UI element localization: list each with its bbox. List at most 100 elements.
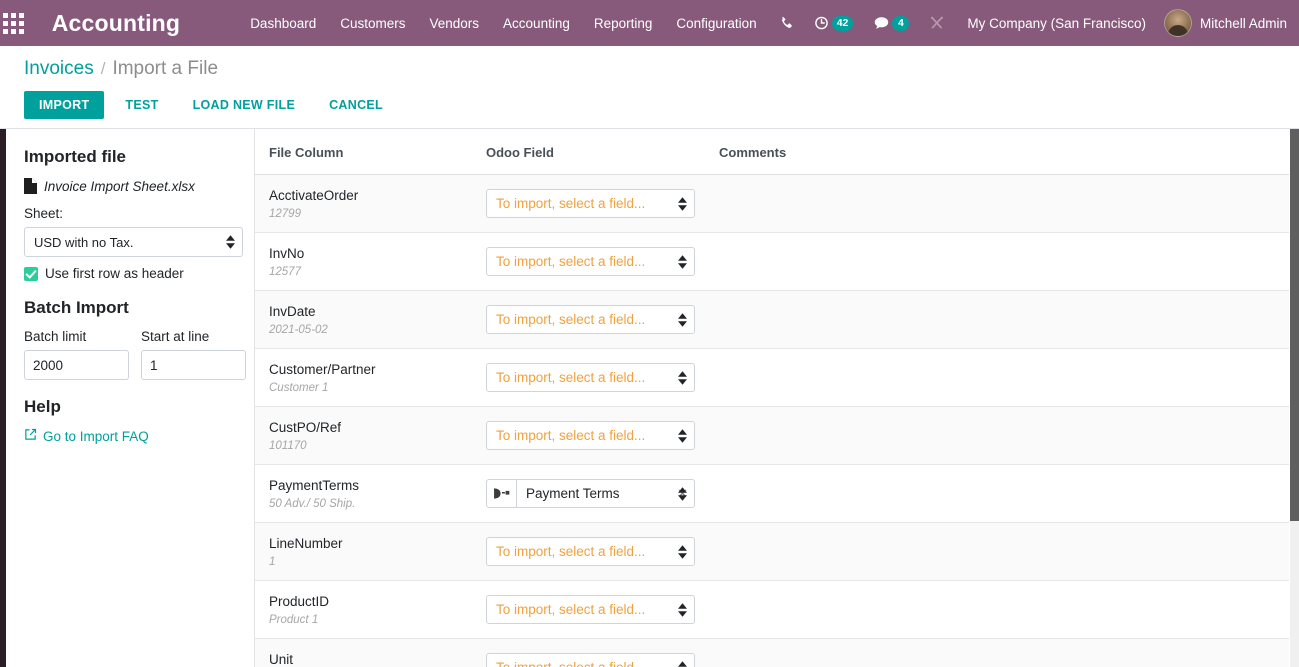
header-comments: Comments bbox=[705, 129, 1289, 175]
menu-item-reporting[interactable]: Reporting bbox=[582, 2, 665, 45]
table-row: InvDate 2021-05-02 To import, select a fie… bbox=[255, 290, 1289, 349]
start-at-line-input[interactable] bbox=[141, 350, 246, 380]
cell-comments bbox=[705, 232, 1289, 291]
file-column-name: InvNo bbox=[269, 246, 305, 261]
activity-clock-icon[interactable]: 42 bbox=[804, 0, 864, 46]
cell-file-column: CustPO/Ref 101170 bbox=[255, 406, 472, 465]
breadcrumb-invoices-link[interactable]: Invoices bbox=[24, 58, 94, 80]
cell-file-column: LineNumber 1 bbox=[255, 522, 472, 581]
odoo-field-select-wrapper: To import, select a field... bbox=[486, 537, 695, 566]
menu-item-customers[interactable]: Customers bbox=[328, 2, 417, 45]
table-row: CustPO/Ref 101170 To import, select a fiel… bbox=[255, 406, 1289, 465]
odoo-field-select-wrapper: To import, select a field... bbox=[486, 189, 695, 218]
odoo-field-select[interactable]: To import, select a field... bbox=[486, 247, 695, 276]
cell-odoo-field: Payment Terms ✕ bbox=[472, 464, 705, 523]
test-button[interactable]: TEST bbox=[112, 92, 171, 118]
odoo-field-select[interactable]: To import, select a field... bbox=[486, 189, 695, 218]
use-first-row-checkbox[interactable] bbox=[24, 266, 38, 281]
scrollbar-thumb[interactable] bbox=[1290, 129, 1299, 521]
page-body: Imported file Invoice Import Sheet.xlsx … bbox=[0, 129, 1299, 667]
file-column-name: ProductID bbox=[269, 594, 330, 609]
file-column-name: CustPO/Ref bbox=[269, 420, 342, 435]
menu-item-accounting[interactable]: Accounting bbox=[491, 2, 582, 45]
breadcrumb-separator: / bbox=[100, 59, 106, 78]
header-odoo-field: Odoo Field bbox=[472, 129, 705, 175]
import-faq-link[interactable]: Go to Import FAQ bbox=[24, 428, 236, 444]
cell-comments bbox=[705, 464, 1289, 523]
import-button[interactable]: IMPORT bbox=[24, 91, 105, 119]
odoo-field-select[interactable]: To import, select a field... bbox=[486, 537, 695, 566]
external-link-icon bbox=[24, 428, 37, 444]
batch-import-heading: Batch Import bbox=[24, 298, 129, 317]
cell-odoo-field: To import, select a field... bbox=[472, 406, 705, 465]
cell-file-column: PaymentTerms 50 Adv./ 50 Ship. bbox=[255, 464, 472, 523]
batch-limit-label: Batch limit bbox=[24, 329, 87, 344]
clear-field-icon[interactable]: ✕ bbox=[677, 486, 694, 502]
table-row: PaymentTerms 50 Adv./ 50 Ship. Payment Ter… bbox=[255, 464, 1289, 523]
relation-field-icon bbox=[487, 480, 517, 507]
file-column-sample-value: 12799 bbox=[269, 208, 301, 220]
tools-icon[interactable] bbox=[919, 0, 955, 46]
odoo-field-select[interactable]: To import, select a field... bbox=[486, 305, 695, 334]
menu-item-vendors[interactable]: Vendors bbox=[418, 2, 492, 45]
odoo-field-select[interactable]: To import, select a field... bbox=[486, 653, 695, 667]
odoo-field-select-wrapper: To import, select a field... bbox=[486, 595, 695, 624]
messages-chat-icon[interactable]: 4 bbox=[863, 0, 919, 46]
cell-file-column: InvDate 2021-05-02 bbox=[255, 290, 472, 349]
odoo-field-select[interactable]: Payment Terms ✕ bbox=[486, 479, 695, 508]
company-selector[interactable]: My Company (San Francisco) bbox=[955, 16, 1158, 31]
header-file-column: File Column bbox=[255, 129, 472, 175]
odoo-field-select[interactable]: To import, select a field... bbox=[486, 363, 695, 392]
file-document-icon bbox=[24, 178, 37, 194]
cell-comments bbox=[705, 406, 1289, 465]
odoo-field-select-wrapper: To import, select a field... bbox=[486, 363, 695, 392]
action-button-row: IMPORT TEST LOAD NEW FILE CANCEL bbox=[0, 91, 1299, 119]
load-new-file-button[interactable]: LOAD NEW FILE bbox=[180, 92, 309, 118]
app-brand-title[interactable]: Accounting bbox=[52, 10, 181, 37]
table-row: ProductID Product 1 To import, select a fi… bbox=[255, 580, 1289, 639]
table-row: AcctivateOrder 12799 To import, select a f… bbox=[255, 174, 1289, 233]
table-row: UnitEa To import, select a field... bbox=[255, 638, 1289, 667]
odoo-field-select-wrapper: To import, select a field... bbox=[486, 305, 695, 334]
user-menu[interactable]: Mitchell Admin bbox=[1158, 9, 1287, 37]
top-navbar: Accounting Dashboard Customers Vendors A… bbox=[0, 0, 1299, 46]
cell-odoo-field: To import, select a field... bbox=[472, 174, 705, 233]
file-column-sample-value: 2021-05-02 bbox=[269, 324, 328, 336]
phone-icon[interactable] bbox=[769, 0, 804, 46]
imported-file-row: Invoice Import Sheet.xlsx bbox=[24, 178, 236, 194]
batch-limit-input[interactable] bbox=[24, 350, 129, 380]
odoo-field-select-wrapper: Payment Terms ✕ bbox=[486, 479, 695, 508]
cancel-button[interactable]: CANCEL bbox=[316, 92, 396, 118]
cell-file-column: InvNo 12577 bbox=[255, 232, 472, 291]
odoo-field-select[interactable]: To import, select a field... bbox=[486, 595, 695, 624]
odoo-field-value: Payment Terms bbox=[526, 486, 620, 501]
file-column-sample-value: 50 Adv./ 50 Ship. bbox=[269, 498, 356, 510]
start-at-line-group: Start at line bbox=[141, 329, 246, 380]
menu-item-dashboard[interactable]: Dashboard bbox=[238, 2, 328, 45]
cell-comments bbox=[705, 522, 1289, 581]
table-head: File Column Odoo Field Comments bbox=[255, 129, 1289, 175]
main-menu: Dashboard Customers Vendors Accounting R… bbox=[238, 2, 769, 45]
file-column-name: AcctivateOrder bbox=[269, 188, 359, 203]
cell-odoo-field: To import, select a field... bbox=[472, 580, 705, 639]
cell-odoo-field: To import, select a field... bbox=[472, 232, 705, 291]
odoo-field-select-wrapper: To import, select a field... bbox=[486, 421, 695, 450]
cell-odoo-field: To import, select a field... bbox=[472, 638, 705, 667]
imported-file-heading: Imported file bbox=[24, 147, 127, 166]
sheet-select[interactable]: USD with no Tax. bbox=[24, 227, 243, 257]
table-row: InvNo 12577 To import, select a field... bbox=[255, 232, 1289, 291]
menu-item-configuration[interactable]: Configuration bbox=[664, 2, 768, 45]
vertical-scrollbar[interactable] bbox=[1290, 129, 1299, 667]
batch-import-fields: Batch limit Start at line bbox=[24, 329, 246, 380]
message-count-badge: 4 bbox=[892, 15, 910, 31]
odoo-field-select[interactable]: To import, select a field... bbox=[486, 421, 695, 450]
file-column-sample-value: 1 bbox=[269, 556, 276, 568]
breadcrumb-current: Import a File bbox=[112, 58, 219, 79]
import-faq-label: Go to Import FAQ bbox=[43, 428, 149, 444]
odoo-field-select-wrapper: To import, select a field... bbox=[486, 653, 695, 667]
cell-comments bbox=[705, 174, 1289, 233]
cell-odoo-field: To import, select a field... bbox=[472, 290, 705, 349]
file-column-sample-value: 12577 bbox=[269, 266, 301, 278]
apps-grid-icon[interactable] bbox=[0, 0, 27, 46]
cell-comments bbox=[705, 290, 1289, 349]
